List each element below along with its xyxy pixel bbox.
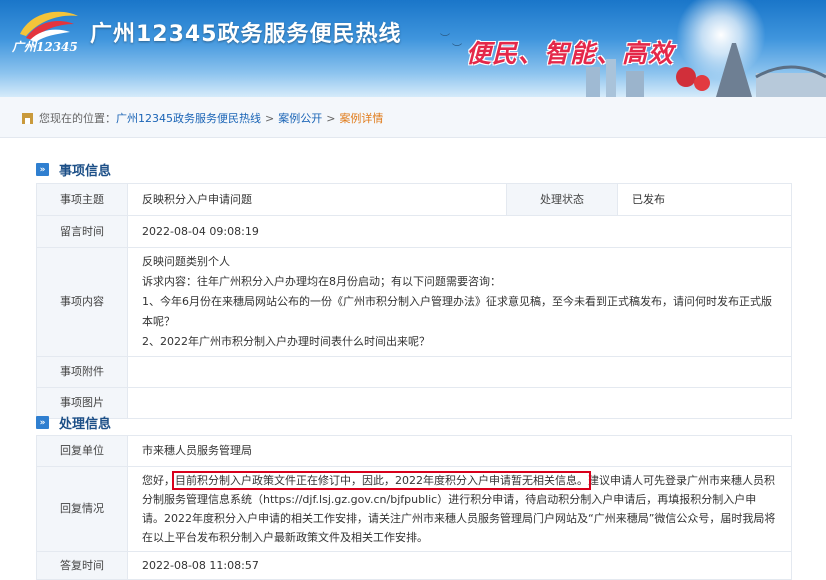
reply-highlight: 目前积分制入户政策文件正在修订中，因此，2022年度积分入户申请暂无相关信息。 <box>172 471 591 490</box>
handling-table: 回复单位 市来穗人员服务管理局 回复情况 您好，目前积分制入户政策文件正在修订中… <box>36 435 792 580</box>
breadcrumb-prefix: 您现在的位置： <box>39 112 116 125</box>
content-label: 事项内容 <box>36 247 128 357</box>
table-row: 回复单位 市来穗人员服务管理局 <box>36 435 792 467</box>
matter-table: 事项主题 反映积分入户申请问题 处理状态 已发布 留言时间 2022-08-04… <box>36 183 792 419</box>
content-line: 反映问题类别个人 <box>142 255 230 268</box>
unit-value: 市来穗人员服务管理局 <box>127 435 792 467</box>
unit-label: 回复单位 <box>36 435 128 467</box>
header-banner: 广州12345 广州12345政务服务便民热线 ︶ ︶ 便民、智能、高效 <box>0 0 826 97</box>
table-row: 答复时间 2022-08-08 11:08:57 <box>36 551 792 580</box>
reply-time-value: 2022-08-08 11:08:57 <box>127 551 792 580</box>
site-logo-icon[interactable] <box>12 6 82 66</box>
subject-label: 事项主题 <box>36 183 128 216</box>
table-row: 留言时间 2022-08-04 09:08:19 <box>36 215 792 248</box>
section-title-matter: » 事项信息 <box>36 160 111 179</box>
content-value: 反映问题类别个人 诉求内容：往年广州积分入户办理均在8月份启动；有以下问题需要咨… <box>127 247 792 357</box>
image-value <box>127 387 792 419</box>
attachment-label: 事项附件 <box>36 356 128 388</box>
double-chevron-icon: » <box>36 163 49 176</box>
breadcrumb-separator: > <box>326 111 336 125</box>
breadcrumb-bar: 您现在的位置： 广州12345政务服务便民热线 > 案例公开 > 案例详情 <box>0 97 826 138</box>
content-line: 2、2022年广州市积分制入户办理时间表什么时间出来呢？ <box>142 335 430 348</box>
logo-text: 广州12345 <box>12 40 78 54</box>
reply-time-label: 答复时间 <box>36 551 128 580</box>
breadcrumb-separator: > <box>265 111 275 125</box>
status-label: 处理状态 <box>506 183 618 216</box>
table-row: 事项图片 <box>36 387 792 419</box>
breadcrumb-current: 案例详情 <box>339 112 384 125</box>
subject-value: 反映积分入户申请问题 <box>127 183 507 216</box>
home-icon <box>22 112 33 124</box>
section-title-handling: » 处理信息 <box>36 413 111 432</box>
attachment-value <box>127 356 792 388</box>
content-line: 1、今年6月份在来穗局网站公布的一份《广州市积分制入户管理办法》征求意见稿，至今… <box>142 295 772 328</box>
table-row: 回复情况 您好，目前积分制入户政策文件正在修订中，因此，2022年度积分入户申请… <box>36 466 792 552</box>
reply-value: 您好，目前积分制入户政策文件正在修订中，因此，2022年度积分入户申请暂无相关信… <box>127 466 792 552</box>
city-skyline-icon <box>586 43 826 97</box>
reply-greeting: 您好， <box>142 474 175 487</box>
section-title-text: 事项信息 <box>59 164 112 179</box>
reply-label: 回复情况 <box>36 466 128 552</box>
time-value: 2022-08-04 09:08:19 <box>127 215 792 248</box>
time-label: 留言时间 <box>36 215 128 248</box>
content-line: 诉求内容：往年广州积分入户办理均在8月份启动；有以下问题需要咨询： <box>142 275 501 288</box>
bird-icon: ︶ <box>452 44 462 55</box>
status-badge: 已发布 <box>617 183 792 216</box>
table-row: 事项附件 <box>36 356 792 388</box>
breadcrumb-link-home[interactable]: 广州12345政务服务便民热线 <box>116 110 261 126</box>
section-title-text: 处理信息 <box>59 417 112 432</box>
table-row: 事项主题 反映积分入户申请问题 处理状态 已发布 <box>36 183 792 216</box>
site-title: 广州12345政务服务便民热线 <box>90 22 402 47</box>
bird-icon: ︶ <box>440 34 450 45</box>
table-row: 事项内容 反映问题类别个人 诉求内容：往年广州积分入户办理均在8月份启动；有以下… <box>36 247 792 357</box>
breadcrumb: 您现在的位置： 广州12345政务服务便民热线 > 案例公开 > 案例详情 <box>22 110 383 126</box>
double-chevron-icon: » <box>36 416 49 429</box>
breadcrumb-link-cases[interactable]: 案例公开 <box>278 110 322 126</box>
